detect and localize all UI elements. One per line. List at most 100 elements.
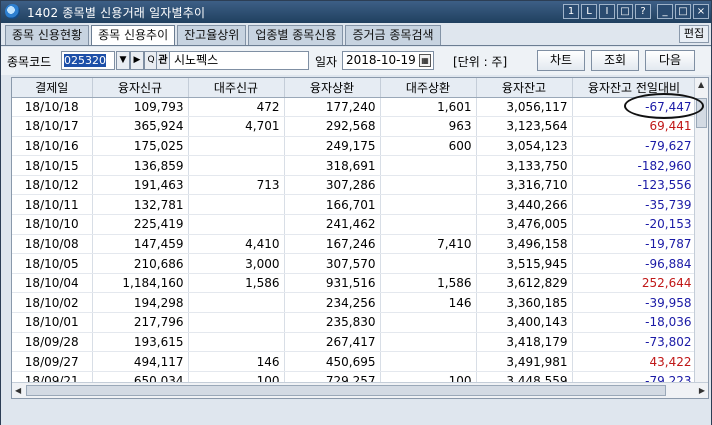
table-cell: 3,496,158 [476, 234, 573, 255]
expand-icon[interactable]: □ [617, 4, 633, 19]
vertical-scrollbar[interactable]: ▲ [694, 78, 708, 382]
table-cell: 307,570 [284, 253, 381, 274]
edit-button[interactable]: 편집 [679, 25, 709, 43]
table-cell [188, 194, 285, 216]
table-cell: 307,286 [284, 175, 381, 196]
table-row[interactable]: 18/10/04 1,184,160 1,586 931,516 1,586 3,612,… [12, 273, 697, 294]
scroll-left-icon[interactable]: ◀ [15, 386, 21, 395]
pin-icon[interactable]: I [599, 4, 615, 19]
calendar-icon[interactable]: ▦ [419, 54, 431, 67]
tab-margin-stock-search[interactable]: 증거금 종목검색 [345, 25, 441, 45]
chevron-down-icon[interactable]: ▼ [116, 51, 130, 70]
date-label: 일자 [315, 55, 338, 69]
horizontal-scroll-thumb[interactable] [26, 385, 666, 396]
table-cell: -182,960 [572, 155, 697, 176]
table-cell [188, 332, 285, 353]
close-button[interactable]: × [693, 4, 709, 19]
table-cell: 963 [380, 116, 477, 137]
stock-code-input[interactable]: 025320 [61, 51, 115, 70]
table-cell: 18/10/04 [12, 273, 93, 294]
table-cell: 235,830 [284, 312, 381, 333]
table-cell: -19,787 [572, 234, 697, 255]
col-header[interactable]: 융자신규 [92, 78, 189, 98]
col-header[interactable]: 융자상환 [284, 78, 381, 98]
table-cell: 225,419 [92, 214, 189, 235]
stock-code-value: 025320 [64, 54, 106, 67]
vertical-scroll-thumb[interactable] [696, 98, 707, 128]
table-cell: 3,133,750 [476, 155, 573, 176]
title-bar: 1402 종목별 신용거래 일자별추이 1 L I □ ? _ □ × [1, 1, 711, 23]
table-cell: 146 [380, 292, 477, 314]
table-row[interactable]: 18/09/28 193,615 267,417 3,418,179 -73,802 [12, 332, 697, 353]
table-cell: 177,240 [284, 97, 381, 118]
related-icon[interactable]: 관 [156, 51, 170, 70]
table-cell: -79,627 [572, 136, 697, 157]
unit-label: [단위 : 주] [453, 55, 508, 69]
table-row[interactable]: 18/10/10 225,419 241,462 3,476,005 -20,153 [12, 214, 697, 235]
table-row[interactable]: 18/10/17 365,924 4,701 292,568 963 3,123,564 6… [12, 116, 697, 137]
window-title: 1402 종목별 신용거래 일자별추이 [27, 6, 206, 20]
tab-sector-stock-credit[interactable]: 업종별 종목신용 [248, 25, 344, 45]
scroll-up-icon[interactable]: ▲ [698, 80, 704, 89]
table-cell: 931,516 [284, 273, 381, 294]
table-cell: 365,924 [92, 116, 189, 137]
table-cell: 132,781 [92, 194, 189, 216]
table-cell: 18/10/02 [12, 292, 93, 314]
table-cell [188, 292, 285, 314]
table-cell: 713 [188, 175, 285, 196]
table-cell: -96,884 [572, 253, 697, 274]
minimize-button[interactable]: _ [657, 4, 673, 19]
table-row[interactable]: 18/10/08 147,459 4,410 167,246 7,410 3,496,15… [12, 234, 697, 255]
link-l-button[interactable]: L [581, 4, 597, 19]
table-cell: 234,256 [284, 292, 381, 314]
scroll-right-icon[interactable]: ▶ [699, 386, 705, 395]
col-header[interactable]: 대주상환 [380, 78, 477, 98]
col-header[interactable]: 융자잔고 전일대비 [572, 78, 697, 98]
table-row[interactable]: 18/10/18 109,793 472 177,240 1,601 3,056,117-… [12, 97, 697, 118]
table-cell: 18/10/11 [12, 194, 93, 216]
table-cell: 166,701 [284, 194, 381, 216]
table-cell: 18/10/05 [12, 253, 93, 274]
tab-bar: 종목 신용현황 종목 신용추이 잔고율상위 업종별 종목신용 증거금 종목검색 [5, 25, 443, 46]
col-header[interactable]: 결제일 [12, 78, 93, 98]
table-cell: 450,695 [284, 351, 381, 372]
table-cell [188, 214, 285, 235]
search-button[interactable]: 조회 [591, 50, 639, 71]
table-row[interactable]: 18/10/05 210,686 3,000 307,570 3,515,945 -96,… [12, 253, 697, 274]
horizontal-scrollbar[interactable]: ◀ ▶ [12, 382, 708, 398]
stock-name-field[interactable]: 시노펙스 [169, 51, 309, 70]
table-cell: 18/10/15 [12, 155, 93, 176]
table-cell: 600 [380, 136, 477, 157]
table-cell: 194,298 [92, 292, 189, 314]
table-row[interactable]: 18/10/11 132,781 166,701 3,440,266 -35,739 [12, 194, 697, 216]
col-header[interactable]: 융자잔고 [476, 78, 573, 98]
table-cell: 472 [188, 97, 285, 118]
table-cell [380, 332, 477, 353]
table-row[interactable]: 18/10/15 136,859 318,691 3,133,750 -182,960 [12, 155, 697, 176]
help-button[interactable]: ? [635, 4, 651, 19]
table-row[interactable]: 18/10/16 175,025 249,175 600 3,054,123 -79,62… [12, 136, 697, 157]
toolbar: 종목코드 025320 ▼ ▶ Q 관 시노펙스 일자 2018-10-19 ▦… [1, 47, 711, 75]
col-header[interactable]: 대주신규 [188, 78, 285, 98]
chart-button[interactable]: 차트 [537, 50, 585, 71]
link-1-button[interactable]: 1 [563, 4, 579, 19]
table-cell: 3,612,829 [476, 273, 573, 294]
table-cell: 69,441 [572, 116, 697, 137]
table-row[interactable]: 18/10/12 191,463 713 307,286 3,316,710 -123,5… [12, 175, 697, 196]
table-row[interactable]: 18/10/01 217,796 235,830 3,400,143 -18,036 [12, 312, 697, 333]
maximize-button[interactable]: □ [675, 4, 691, 19]
tab-stock-credit-status[interactable]: 종목 신용현황 [5, 25, 90, 45]
tab-stock-credit-trend[interactable]: 종목 신용추이 [91, 25, 176, 46]
next-button[interactable]: 다음 [645, 50, 695, 71]
table-cell: 3,000 [188, 253, 285, 274]
chevron-right-icon[interactable]: ▶ [130, 51, 144, 70]
table-row[interactable]: 18/09/27 494,117 146 450,695 3,491,981 43,422 [12, 351, 697, 372]
date-input[interactable]: 2018-10-19 ▦ [342, 51, 434, 70]
table-row[interactable]: 18/10/02 194,298 234,256 146 3,360,185 -39,95… [12, 292, 697, 314]
table-cell: 18/10/18 [12, 97, 93, 118]
table-cell: 18/10/17 [12, 116, 93, 137]
table-cell: 3,418,179 [476, 332, 573, 353]
table-cell: 136,859 [92, 155, 189, 176]
table-cell: 109,793 [92, 97, 189, 118]
tab-balance-ratio-top[interactable]: 잔고율상위 [177, 25, 247, 45]
